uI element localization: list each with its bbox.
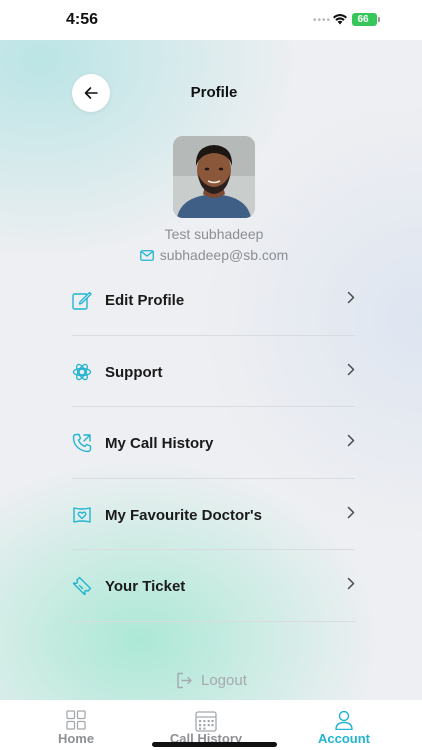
chevron-right-icon [347,577,355,590]
chevron-right-icon [347,363,355,375]
chevron-right-icon [347,506,355,518]
tab-label: Home [57,731,95,746]
ticket-icon [72,576,92,596]
favourite-icon [73,506,91,523]
user-icon [335,710,353,730]
page-title: Profile [190,84,238,101]
status-time: 4:56 [66,11,99,28]
status-bar: 4:56 •••• 66 [0,0,422,40]
profile-screen: 4:56 •••• 66 Profile Test subhadeep subh… [0,0,422,750]
email-row: subhadeep@sb.com [0,247,422,263]
profile-menu: Edit Profile Support My Call History My … [72,264,355,622]
grid-icon [66,710,86,730]
menu-item-your-ticket[interactable]: Your Ticket [72,550,355,622]
menu-item-label: My Favourite Doctor's [105,506,262,524]
menu-item-label: My Call History [105,435,214,452]
battery-tip [378,17,380,22]
logout-icon [177,672,192,689]
menu-item-favourite-doctors[interactable]: My Favourite Doctor's [72,479,355,550]
signal-icon: •••• [313,15,332,26]
mail-icon [139,249,154,261]
calendar-icon [195,711,217,732]
wifi-icon [333,14,347,25]
chevron-right-icon [347,434,355,447]
chevron-right-icon [347,291,355,304]
menu-item-label: Your Ticket [105,578,186,595]
menu-item-label: Edit Profile [105,292,185,309]
edit-icon [72,291,92,310]
battery-level: 66 [357,14,369,25]
tab-account[interactable]: Account [284,700,404,750]
user-email: subhadeep@sb.com [159,247,289,263]
battery-icon: 66 [352,13,380,26]
menu-item-label: Support [105,363,163,381]
menu-item-edit-profile[interactable]: Edit Profile [72,264,355,336]
menu-item-call-history[interactable]: My Call History [72,407,355,479]
avatar [173,136,255,218]
avatar-photo [173,136,255,218]
logout-label: Logout [201,672,247,689]
tab-home[interactable]: Home [16,700,136,750]
tab-label: Account [318,731,370,746]
logout-button[interactable]: Logout [176,672,247,689]
support-icon [72,363,92,380]
home-indicator [152,742,277,747]
menu-item-support[interactable]: Support [72,336,355,407]
user-name: Test subhadeep [164,226,264,242]
phone-call-icon [72,433,92,453]
